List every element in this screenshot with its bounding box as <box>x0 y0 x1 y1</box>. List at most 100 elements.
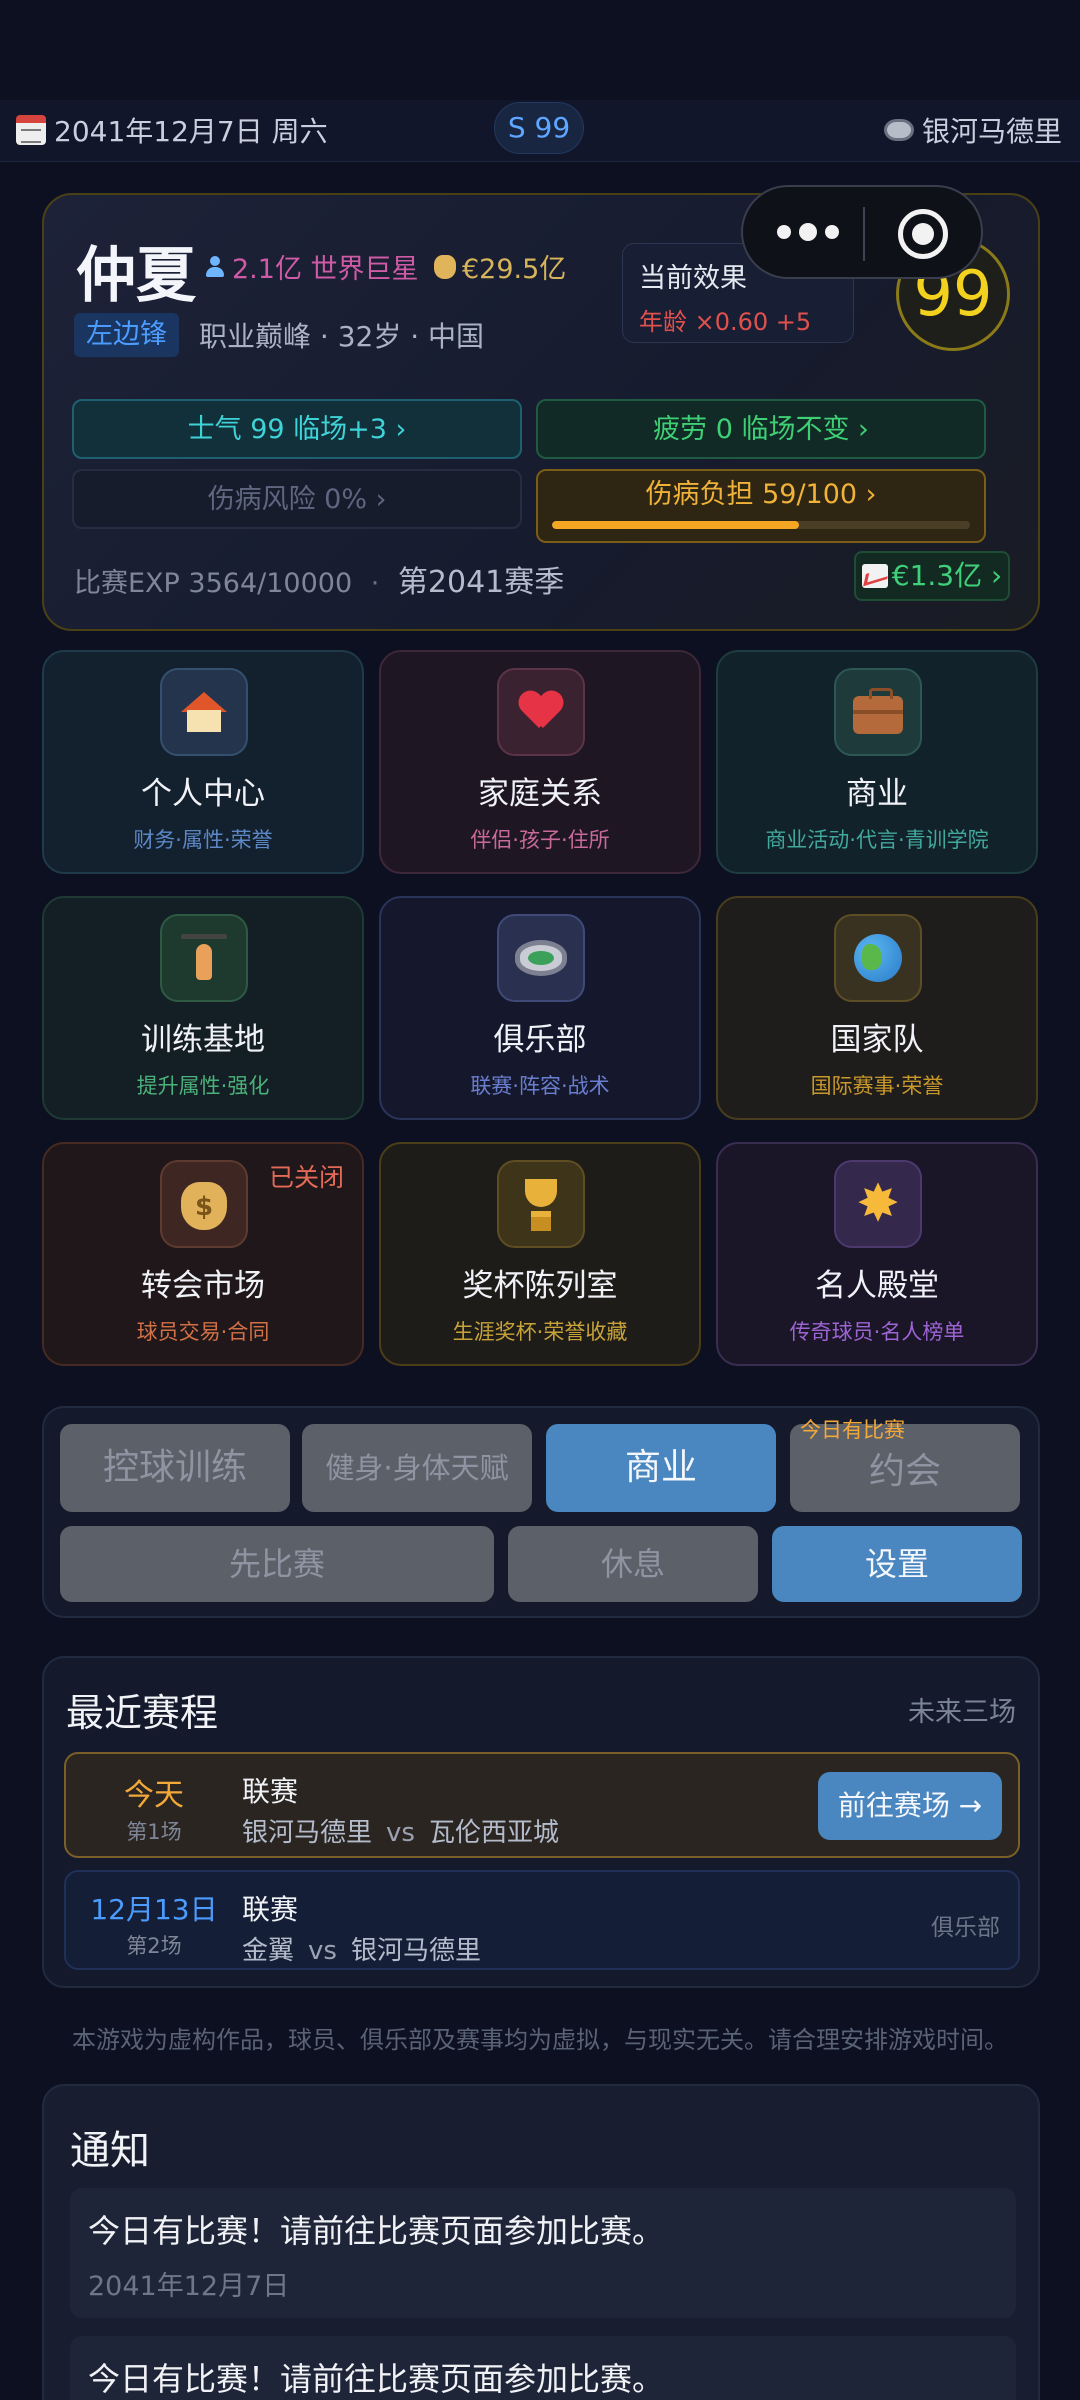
current-club[interactable]: 银河马德里 <box>883 110 1062 150</box>
date-button[interactable]: 今日有比赛 约会 <box>790 1420 1020 1512</box>
match-teams: 银河马德里 vs 瓦伦西亚城 <box>242 1812 559 1849</box>
match-day: 12月13日 <box>90 1893 218 1926</box>
tile-subtitle: 球员交易·合同 <box>136 1320 270 1344</box>
notification-message: 今日有比赛！请前往比赛页面参加比赛。 <box>88 2360 665 2398</box>
game-date: 2041年12月7日 周六 <box>16 110 328 150</box>
injury-load-bar-fill <box>552 521 799 529</box>
notification-item[interactable]: 今日有比赛！请前往比赛页面参加比赛。 <box>70 2336 1016 2400</box>
match-number: 第2场 <box>126 1934 182 1958</box>
notifications-title: 通知 <box>70 2128 150 2174</box>
tile-subtitle: 国际赛事·荣誉 <box>810 1074 944 1098</box>
match-row[interactable]: 12月13日 第2场 联赛 金翼 vs 银河马德里 俱乐部 <box>64 1870 1020 1970</box>
injury-load-text: 伤病负担 59/100 › <box>645 479 877 510</box>
schedule-more-link[interactable]: 未来三场 <box>908 1690 1016 1729</box>
tile-title: 个人中心 <box>141 776 265 812</box>
globe-icon <box>834 914 922 1002</box>
market-value-button[interactable]: €1.3亿 › <box>854 551 1010 601</box>
chart-up-icon <box>861 564 888 588</box>
fitness-button[interactable]: 健身·身体天赋 <box>302 1424 532 1512</box>
stadium-icon <box>883 119 914 141</box>
trophy-icon <box>497 1160 585 1248</box>
tile-club[interactable]: 俱乐部 联赛·阵容·战术 <box>379 896 701 1120</box>
tile-subtitle: 财务·属性·荣誉 <box>133 828 273 852</box>
match-exp: 比赛EXP 3564/10000 <box>74 568 353 599</box>
home-team: 金翼 <box>242 1936 295 1966</box>
tile-title: 俱乐部 <box>493 1022 587 1058</box>
calendar-icon <box>16 115 46 145</box>
tile-subtitle: 提升属性·强化 <box>136 1074 270 1098</box>
match-first-button[interactable]: 先比赛 <box>60 1526 494 1602</box>
tile-subtitle: 生涯奖杯·荣誉收藏 <box>452 1320 628 1344</box>
tile-subtitle: 商业活动·代言·青训学院 <box>765 828 989 852</box>
notification-time: 2041年12月7日 <box>88 2271 290 2302</box>
go-to-match-button[interactable]: 前往赛场 → <box>818 1772 1002 1840</box>
rest-button[interactable]: 休息 <box>508 1526 758 1602</box>
miniprogram-capsule <box>741 185 983 279</box>
tile-title: 家庭关系 <box>478 776 602 812</box>
recent-schedule: 最近赛程 未来三场 今天 第1场 联赛 银河马德里 vs 瓦伦西亚城 前往赛场 → … <box>42 1656 1040 1988</box>
away-team: 瓦伦西亚城 <box>428 1818 559 1848</box>
stadium-icon <box>497 914 585 1002</box>
current-effect-value: 年龄 ×0.60 +5 <box>639 308 812 336</box>
tile-hall-of-fame[interactable]: ✸ 名人殿堂 传奇球员·名人榜单 <box>716 1142 1038 1366</box>
current-club-name: 银河马德里 <box>921 115 1062 148</box>
injury-load-stat[interactable]: 伤病负担 59/100 › <box>536 469 986 543</box>
tile-trophy-room[interactable]: 奖杯陈列室 生涯奖杯·荣誉收藏 <box>379 1142 701 1366</box>
house-icon <box>160 668 248 756</box>
tile-national-team[interactable]: 国家队 国际赛事·荣誉 <box>716 896 1038 1120</box>
market-value-text: €1.3亿 › <box>891 559 1003 592</box>
game-date-text: 2041年12月7日 周六 <box>54 115 328 148</box>
tile-personal-center[interactable]: 个人中心 财务·属性·荣誉 <box>42 650 364 874</box>
match-competition: 联赛 <box>242 1775 299 1808</box>
match-today-hint: 今日有比赛 <box>800 1418 905 1442</box>
injury-load-bar <box>552 521 970 529</box>
fans-count: 2.1亿 世界巨星 <box>204 247 419 286</box>
top-status-bar: 2041年12月7日 周六 S 99 银河马德里 <box>0 100 1080 162</box>
fans-text: 2.1亿 世界巨星 <box>232 254 419 285</box>
current-effect-title: 当前效果 <box>639 263 747 294</box>
star-icon: ✸ <box>834 1160 922 1248</box>
tile-training-base[interactable]: 训练基地 提升属性·强化 <box>42 896 364 1120</box>
position-badge: 左边锋 <box>74 313 179 357</box>
home-team: 银河马德里 <box>242 1818 373 1848</box>
match-tag: 俱乐部 <box>931 1915 1000 1941</box>
schedule-title: 最近赛程 <box>66 1691 219 1735</box>
tile-subtitle: 联赛·阵容·战术 <box>470 1074 610 1098</box>
notification-message: 今日有比赛！请前往比赛页面参加比赛。 <box>88 2212 665 2250</box>
heart-icon <box>497 668 585 756</box>
money-bag-icon <box>434 254 456 279</box>
money-bag-icon <box>160 1160 248 1248</box>
tile-subtitle: 传奇球员·名人榜单 <box>789 1320 965 1344</box>
tile-business[interactable]: 商业 商业活动·代言·青训学院 <box>716 650 1038 874</box>
tile-title: 奖杯陈列室 <box>462 1268 618 1304</box>
more-options-icon[interactable] <box>777 223 839 241</box>
disclaimer-text: 本游戏为虚构作品，球员、俱乐部及赛事均为虚拟，与现实无关。请合理安排游戏时间。 <box>72 2026 1008 2054</box>
season-label: 第2041赛季 <box>397 565 565 600</box>
away-team: 银河马德里 <box>350 1936 481 1966</box>
injury-risk-stat[interactable]: 伤病风险 0% › <box>72 469 522 529</box>
match-row[interactable]: 今天 第1场 联赛 银河马德里 vs 瓦伦西亚城 前往赛场 → <box>64 1752 1020 1858</box>
action-panel: 控球训练 健身·身体天赋 商业 今日有比赛 约会 先比赛 休息 设置 <box>42 1406 1040 1618</box>
notification-item[interactable]: 今日有比赛！请前往比赛页面参加比赛。 2041年12月7日 <box>70 2188 1016 2318</box>
morale-stat[interactable]: 士气 99 临场+3 › <box>72 399 522 459</box>
tile-title: 国家队 <box>830 1022 924 1058</box>
capsule-divider <box>863 207 865 261</box>
net-worth-text: €29.5亿 <box>462 254 567 285</box>
tile-title: 转会市场 <box>141 1268 265 1304</box>
business-button[interactable]: 商业 <box>546 1424 776 1512</box>
player-info: 职业巅峰 · 32岁 · 中国 <box>199 320 485 353</box>
notifications-panel: 通知 今日有比赛！请前往比赛页面参加比赛。 2041年12月7日 今日有比赛！请… <box>42 2084 1040 2400</box>
season-badge[interactable]: S 99 <box>494 102 584 154</box>
tile-family[interactable]: 家庭关系 伴侣·孩子·住所 <box>379 650 701 874</box>
tile-title: 训练基地 <box>141 1022 265 1058</box>
fatigue-stat[interactable]: 疲劳 0 临场不变 › <box>536 399 986 459</box>
close-target-icon[interactable] <box>898 209 948 259</box>
tile-subtitle: 伴侣·孩子·住所 <box>470 828 610 852</box>
match-number: 第1场 <box>126 1820 182 1844</box>
tile-transfer-market[interactable]: 已关闭 转会市场 球员交易·合同 <box>42 1142 364 1366</box>
vs-label: vs <box>386 1818 415 1848</box>
match-day: 今天 <box>124 1778 184 1813</box>
settings-button[interactable]: 设置 <box>772 1526 1022 1602</box>
ball-training-button[interactable]: 控球训练 <box>60 1424 290 1512</box>
exp-separator: · <box>370 568 380 599</box>
